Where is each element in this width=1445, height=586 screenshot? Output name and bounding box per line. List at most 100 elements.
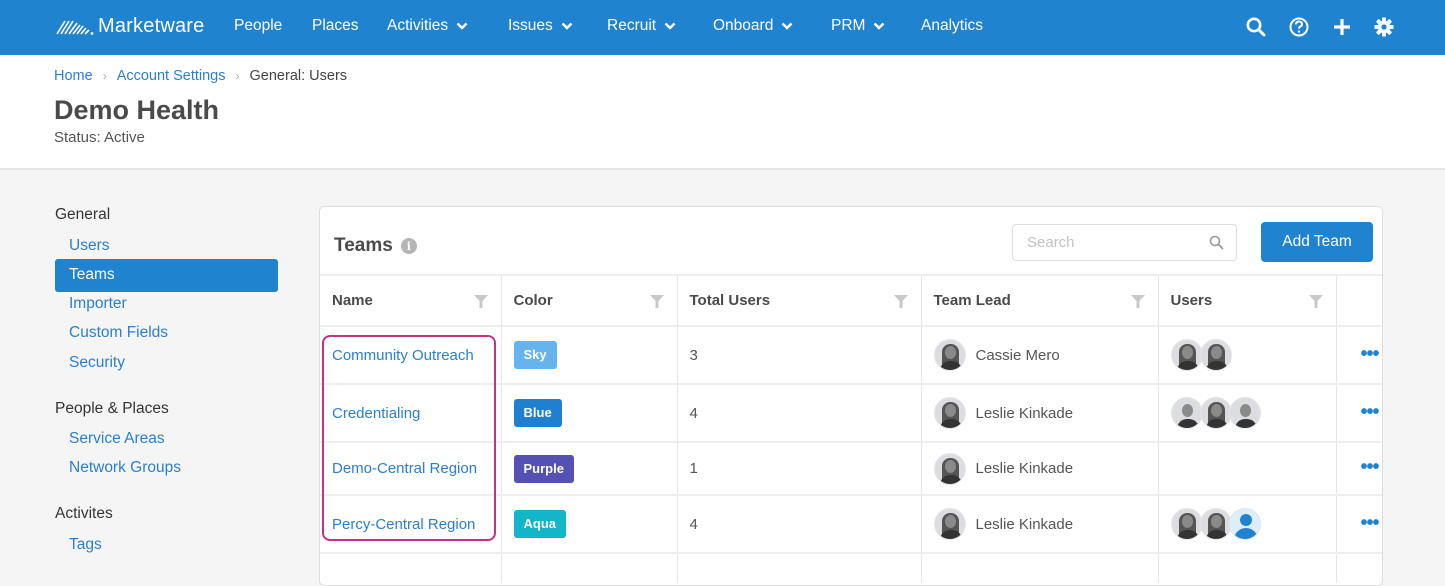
cell-users xyxy=(1158,325,1337,384)
nav-people[interactable]: People xyxy=(234,17,282,35)
nav-label: Recruit xyxy=(607,17,657,34)
search-icon[interactable] xyxy=(1209,235,1224,250)
user-avatar[interactable] xyxy=(1199,339,1232,371)
avatar-body xyxy=(1234,419,1257,428)
cell-team-lead: Leslie Kinkade xyxy=(921,441,1159,495)
filter-icon[interactable] xyxy=(893,295,908,308)
nav-onboard[interactable]: Onboard xyxy=(713,17,793,35)
cell-team-lead: Cassie Mero xyxy=(921,325,1159,384)
more-options-icon[interactable]: ••• xyxy=(1361,344,1380,364)
default-user-avatar-icon[interactable] xyxy=(1228,508,1261,540)
nav-label: Onboard xyxy=(713,17,774,34)
nav-recruit[interactable]: Recruit xyxy=(607,17,676,35)
avatar-head xyxy=(1181,515,1193,528)
more-options-icon[interactable]: ••• xyxy=(1361,402,1380,422)
user-avatar[interactable] xyxy=(1170,508,1203,540)
color-badge: Aqua xyxy=(513,510,566,538)
nav-prm[interactable]: PRM xyxy=(831,17,885,35)
team-lead-name: Cassie Mero xyxy=(975,346,1060,364)
cell-users xyxy=(1158,383,1337,442)
team-lead-name: Leslie Kinkade xyxy=(975,515,1074,533)
avatar-body xyxy=(1233,528,1258,539)
team-lead-name: Leslie Kinkade xyxy=(975,404,1074,422)
nav-places[interactable]: Places xyxy=(312,17,359,35)
nav-analytics[interactable]: Analytics xyxy=(921,17,983,35)
user-avatar-group xyxy=(1170,339,1336,371)
avatar-body xyxy=(939,361,962,370)
sidebar-item-network-groups[interactable]: Network Groups xyxy=(55,452,278,485)
user-avatar[interactable] xyxy=(1228,397,1261,429)
filter-icon[interactable] xyxy=(649,295,664,308)
filter-icon[interactable] xyxy=(473,295,488,308)
user-avatar[interactable] xyxy=(933,452,966,485)
brand-name: Marketware xyxy=(98,15,205,37)
breadcrumb: Home › Account Settings › General: Users xyxy=(54,68,347,84)
chevron-down-icon xyxy=(874,22,885,30)
filter-icon[interactable] xyxy=(1308,295,1323,308)
team-lead: Cassie Mero xyxy=(933,339,1158,371)
team-name-link[interactable]: Demo-Central Region xyxy=(332,460,477,477)
info-icon[interactable]: i xyxy=(400,238,417,254)
user-avatar[interactable] xyxy=(933,508,966,540)
account-status: Status: Active xyxy=(54,129,145,146)
sidebar-item-security[interactable]: Security xyxy=(55,347,278,380)
table-header-row: Name Color Total Users Team Lead Users xyxy=(320,274,1382,326)
search-icon[interactable] xyxy=(1245,16,1267,38)
gear-icon[interactable] xyxy=(1373,16,1395,38)
marketware-logo[interactable]: Marketware xyxy=(56,15,204,38)
empty-cell xyxy=(320,552,502,583)
sidebar-group-people-places: People & Places xyxy=(55,400,169,417)
teams-heading: Teams i xyxy=(334,235,417,257)
plus-icon[interactable] xyxy=(1331,16,1353,38)
empty-cell xyxy=(677,552,922,583)
avatar-body xyxy=(1205,361,1228,370)
team-name-link[interactable]: Community Outreach xyxy=(332,347,474,364)
column-header-total-users[interactable]: Total Users xyxy=(677,274,922,326)
filter-icon[interactable] xyxy=(1130,295,1145,308)
more-options-icon[interactable]: ••• xyxy=(1361,513,1380,533)
avatar-body xyxy=(1176,361,1199,370)
column-label: Name xyxy=(332,292,373,309)
sidebar-item-tags[interactable]: Tags xyxy=(55,529,278,562)
table-row: Demo-Central Region Purple 1 Leslie Kinkade… xyxy=(320,441,1382,495)
sidebar-item-custom-fields[interactable]: Custom Fields xyxy=(55,317,278,350)
avatar-body xyxy=(1176,530,1199,539)
avatar-head xyxy=(1210,404,1222,417)
cell-name: Credentialing xyxy=(320,383,502,442)
breadcrumb-home[interactable]: Home xyxy=(54,68,93,84)
avatar-body xyxy=(1205,530,1228,539)
more-options-icon[interactable]: ••• xyxy=(1361,457,1380,477)
user-avatar[interactable] xyxy=(1199,508,1232,540)
help-icon[interactable] xyxy=(1288,16,1310,38)
nav-issues[interactable]: Issues xyxy=(508,17,573,35)
cell-actions: ••• xyxy=(1336,383,1382,442)
avatar-head xyxy=(1210,515,1222,528)
team-name-link[interactable]: Credentialing xyxy=(332,405,420,422)
top-navigation-bar: Marketware People Places Activities Issu… xyxy=(0,0,1445,55)
empty-cell xyxy=(501,552,678,583)
column-header-team-lead[interactable]: Team Lead xyxy=(921,274,1159,326)
search-input[interactable] xyxy=(1013,225,1193,260)
avatar-body xyxy=(939,419,962,428)
color-badge: Purple xyxy=(513,454,574,483)
teams-card: Teams i Add Team Name Color Total Users … xyxy=(319,206,1383,586)
user-avatar[interactable] xyxy=(1170,339,1203,371)
column-label: Users xyxy=(1170,292,1213,309)
nav-label: Places xyxy=(312,17,359,34)
add-team-button[interactable]: Add Team xyxy=(1261,222,1373,262)
breadcrumb-account-settings[interactable]: Account Settings xyxy=(117,68,226,84)
nav-activities[interactable]: Activities xyxy=(387,17,468,35)
user-avatar[interactable] xyxy=(933,397,966,429)
cell-name: Demo-Central Region xyxy=(320,441,502,495)
column-header-color[interactable]: Color xyxy=(501,274,678,326)
column-header-users[interactable]: Users xyxy=(1158,274,1337,326)
user-avatar[interactable] xyxy=(1199,397,1232,429)
column-header-name[interactable]: Name xyxy=(320,274,502,326)
sidebar-group-general: General xyxy=(55,206,111,223)
cell-color: Purple xyxy=(501,441,678,495)
user-avatar[interactable] xyxy=(933,339,966,371)
team-name-link[interactable]: Percy-Central Region xyxy=(332,516,475,533)
user-avatar[interactable] xyxy=(1170,397,1203,429)
page-header: Home › Account Settings › General: Users… xyxy=(0,55,1445,170)
column-label: Team Lead xyxy=(933,292,1011,309)
